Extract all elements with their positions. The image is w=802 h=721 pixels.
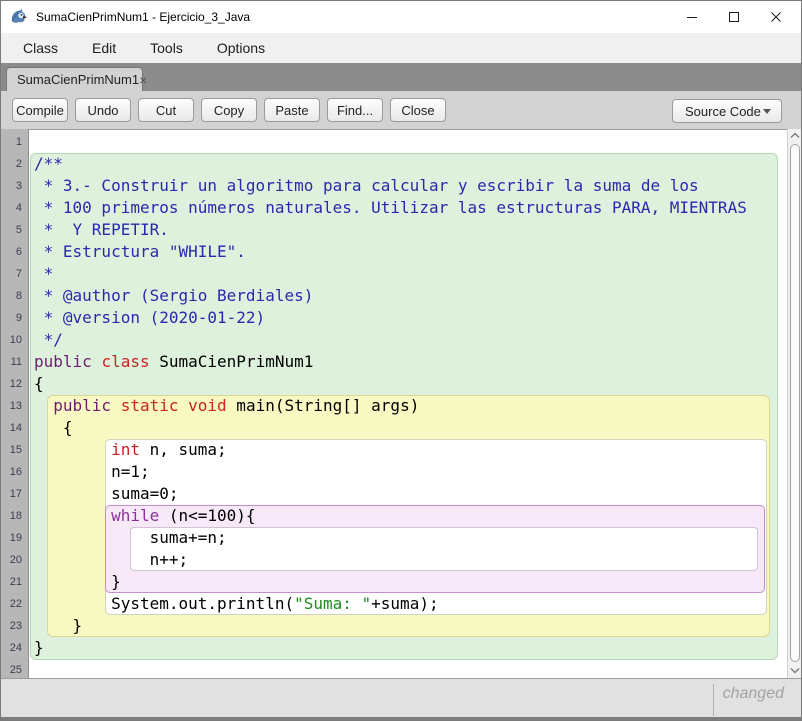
line-number: 20 — [1, 549, 28, 571]
code-line-19[interactable]: suma+=n; — [34, 527, 747, 549]
code-line-3[interactable]: * 3.- Construir un algoritmo para calcul… — [34, 175, 747, 197]
line-number-gutter: 1234567891011121314151617181920212223242… — [1, 129, 29, 678]
menu-edit[interactable]: Edit — [92, 36, 116, 60]
line-number: 12 — [1, 373, 28, 395]
title-bar: SumaCienPrimNum1 - Ejercicio_3_Java — [1, 1, 801, 33]
menu-tools[interactable]: Tools — [150, 36, 183, 60]
status-text: changed — [723, 685, 784, 703]
status-divider — [713, 684, 714, 716]
scrollbar-thumb[interactable] — [790, 144, 800, 662]
line-number: 11 — [1, 351, 28, 373]
line-number: 2 — [1, 153, 28, 175]
tab-label: SumaCienPrimNum1 — [17, 72, 139, 87]
line-number: 18 — [1, 505, 28, 527]
code-line-7[interactable]: * — [34, 263, 747, 285]
scroll-down-button[interactable] — [789, 667, 801, 675]
code-line-16[interactable]: n=1; — [34, 461, 747, 483]
tab-sumacienprimnum1[interactable]: SumaCienPrimNum1 × — [6, 67, 143, 91]
minimize-button[interactable] — [671, 1, 713, 33]
code-editor: 1234567891011121314151617181920212223242… — [1, 129, 801, 678]
status-bar: changed — [1, 678, 801, 720]
code-line-6[interactable]: * Estructura "WHILE". — [34, 241, 747, 263]
close-button[interactable] — [755, 1, 797, 33]
code-line-17[interactable]: suma=0; — [34, 483, 747, 505]
minimize-icon — [686, 11, 698, 23]
line-number: 6 — [1, 241, 28, 263]
compile-button[interactable]: Compile — [12, 98, 68, 122]
line-number: 21 — [1, 571, 28, 593]
code-line-8[interactable]: * @author (Sergio Berdiales) — [34, 285, 747, 307]
view-mode-select[interactable]: Source Code — [672, 99, 782, 123]
code-line-13[interactable]: public static void main(String[] args) — [34, 395, 747, 417]
window-controls — [671, 1, 797, 33]
line-number: 1 — [1, 131, 28, 153]
bluej-app-icon — [10, 8, 28, 26]
cut-button[interactable]: Cut — [138, 98, 194, 122]
code-line-24[interactable]: } — [34, 637, 747, 659]
line-number: 23 — [1, 615, 28, 637]
code-text-area[interactable]: /** * 3.- Construir un algoritmo para ca… — [34, 131, 747, 681]
editor-toolbar: Compile Undo Cut Copy Paste Find... Clos… — [1, 91, 801, 129]
chevron-down-icon — [790, 667, 800, 674]
line-number: 13 — [1, 395, 28, 417]
close-icon — [770, 11, 782, 23]
window-title: SumaCienPrimNum1 - Ejercicio_3_Java — [36, 10, 250, 24]
tab-bar: SumaCienPrimNum1 × — [1, 63, 801, 91]
close-editor-button[interactable]: Close — [390, 98, 446, 122]
line-number: 9 — [1, 307, 28, 329]
line-number: 7 — [1, 263, 28, 285]
maximize-button[interactable] — [713, 1, 755, 33]
menu-bar: Class Edit Tools Options — [1, 33, 801, 63]
view-mode-value: Source Code — [685, 104, 763, 119]
tab-close-icon[interactable]: × — [139, 73, 147, 87]
line-number: 10 — [1, 329, 28, 351]
code-line-5[interactable]: * Y REPETIR. — [34, 219, 747, 241]
bluej-editor-window: SumaCienPrimNum1 - Ejercicio_3_Java Clas… — [0, 0, 802, 721]
menu-class[interactable]: Class — [23, 36, 58, 60]
line-number: 8 — [1, 285, 28, 307]
code-line-1[interactable] — [34, 131, 747, 153]
vertical-scrollbar[interactable] — [787, 129, 801, 678]
chevron-down-icon — [763, 109, 771, 114]
code-line-2[interactable]: /** — [34, 153, 747, 175]
code-line-22[interactable]: System.out.println("Suma: "+suma); — [34, 593, 747, 615]
code-line-14[interactable]: { — [34, 417, 747, 439]
line-number: 24 — [1, 637, 28, 659]
code-line-15[interactable]: int n, suma; — [34, 439, 747, 461]
line-number: 19 — [1, 527, 28, 549]
code-line-4[interactable]: * 100 primeros números naturales. Utiliz… — [34, 197, 747, 219]
chevron-up-icon — [790, 132, 800, 139]
code-line-9[interactable]: * @version (2020-01-22) — [34, 307, 747, 329]
line-number: 14 — [1, 417, 28, 439]
line-number: 22 — [1, 593, 28, 615]
line-number: 15 — [1, 439, 28, 461]
paste-button[interactable]: Paste — [264, 98, 320, 122]
menu-options[interactable]: Options — [217, 36, 265, 60]
copy-button[interactable]: Copy — [201, 98, 257, 122]
code-line-18[interactable]: while (n<=100){ — [34, 505, 747, 527]
scroll-up-button[interactable] — [789, 132, 801, 140]
code-line-12[interactable]: { — [34, 373, 747, 395]
code-line-23[interactable]: } — [34, 615, 747, 637]
find-button[interactable]: Find... — [327, 98, 383, 122]
line-number: 4 — [1, 197, 28, 219]
code-line-21[interactable]: } — [34, 571, 747, 593]
line-number: 5 — [1, 219, 28, 241]
line-number: 3 — [1, 175, 28, 197]
maximize-icon — [728, 11, 740, 23]
line-number: 17 — [1, 483, 28, 505]
code-line-11[interactable]: public class SumaCienPrimNum1 — [34, 351, 747, 373]
code-line-20[interactable]: n++; — [34, 549, 747, 571]
undo-button[interactable]: Undo — [75, 98, 131, 122]
code-line-10[interactable]: */ — [34, 329, 747, 351]
line-number: 16 — [1, 461, 28, 483]
